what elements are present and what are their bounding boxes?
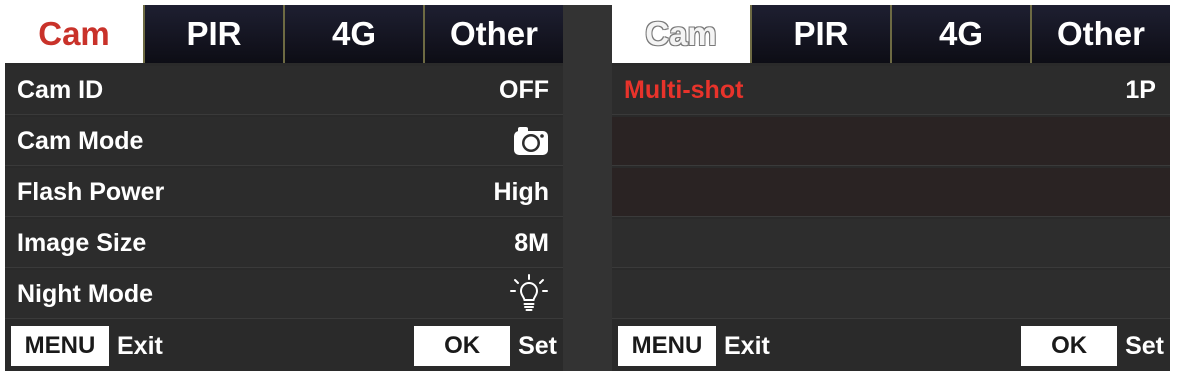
left-menu-screen: Cam PIR 4G Other Cam ID OFF Cam Mode Fla… bbox=[5, 5, 563, 371]
tab-other[interactable]: Other bbox=[423, 5, 563, 63]
menu-key[interactable]: MENU bbox=[618, 326, 716, 366]
setting-value: High bbox=[493, 177, 549, 206]
tab-pir[interactable]: PIR bbox=[143, 5, 283, 63]
ok-key-action: Set bbox=[1125, 331, 1164, 360]
footer-bar: MENU Exit OK Set bbox=[5, 321, 563, 371]
tab-cam[interactable]: Cam bbox=[5, 5, 143, 63]
setting-label: Image Size bbox=[17, 228, 147, 257]
ok-key-action: Set bbox=[518, 331, 557, 360]
tab-other[interactable]: Other bbox=[1030, 5, 1170, 63]
ok-key[interactable]: OK bbox=[414, 326, 511, 366]
empty-row bbox=[612, 219, 1170, 268]
setting-row-cam-mode[interactable]: Cam Mode bbox=[5, 117, 563, 166]
tab-bar: Cam PIR 4G Other bbox=[5, 5, 563, 63]
tab-cam[interactable]: Cam bbox=[612, 5, 750, 63]
setting-row-multi-shot[interactable]: Multi-shot 1P bbox=[612, 66, 1170, 115]
ok-key[interactable]: OK bbox=[1021, 326, 1118, 366]
setting-row-cam-id[interactable]: Cam ID OFF bbox=[5, 66, 563, 115]
menu-key-action: Exit bbox=[117, 331, 163, 360]
footer-bar: MENU Exit OK Set bbox=[612, 321, 1170, 371]
setting-label: Cam Mode bbox=[17, 126, 144, 155]
screen-divider bbox=[563, 5, 612, 371]
tab-pir[interactable]: PIR bbox=[750, 5, 890, 63]
setting-row-night-mode[interactable]: Night Mode bbox=[5, 270, 563, 319]
empty-row bbox=[612, 117, 1170, 166]
empty-row bbox=[612, 270, 1170, 319]
setting-value: 8M bbox=[514, 228, 549, 257]
tab-4g[interactable]: 4G bbox=[890, 5, 1030, 63]
setting-label: Flash Power bbox=[17, 177, 165, 206]
setting-value: 1P bbox=[1125, 75, 1156, 104]
settings-list: Cam ID OFF Cam Mode Flash Power High Ima… bbox=[5, 63, 563, 321]
menu-key-action: Exit bbox=[724, 331, 770, 360]
menu-key[interactable]: MENU bbox=[11, 326, 109, 366]
empty-row bbox=[612, 168, 1170, 217]
camera-icon bbox=[513, 125, 549, 157]
setting-value: OFF bbox=[499, 75, 549, 104]
light-bulb-icon bbox=[509, 274, 549, 314]
settings-list: Multi-shot 1P bbox=[612, 63, 1170, 321]
setting-label: Night Mode bbox=[17, 279, 154, 308]
right-menu-screen: Cam PIR 4G Other Multi-shot 1P MENU Exit… bbox=[612, 5, 1170, 371]
setting-label: Cam ID bbox=[17, 75, 104, 104]
setting-row-image-size[interactable]: Image Size 8M bbox=[5, 219, 563, 268]
setting-label: Multi-shot bbox=[624, 75, 744, 104]
setting-row-flash-power[interactable]: Flash Power High bbox=[5, 168, 563, 217]
tab-bar: Cam PIR 4G Other bbox=[612, 5, 1170, 63]
tab-4g[interactable]: 4G bbox=[283, 5, 423, 63]
